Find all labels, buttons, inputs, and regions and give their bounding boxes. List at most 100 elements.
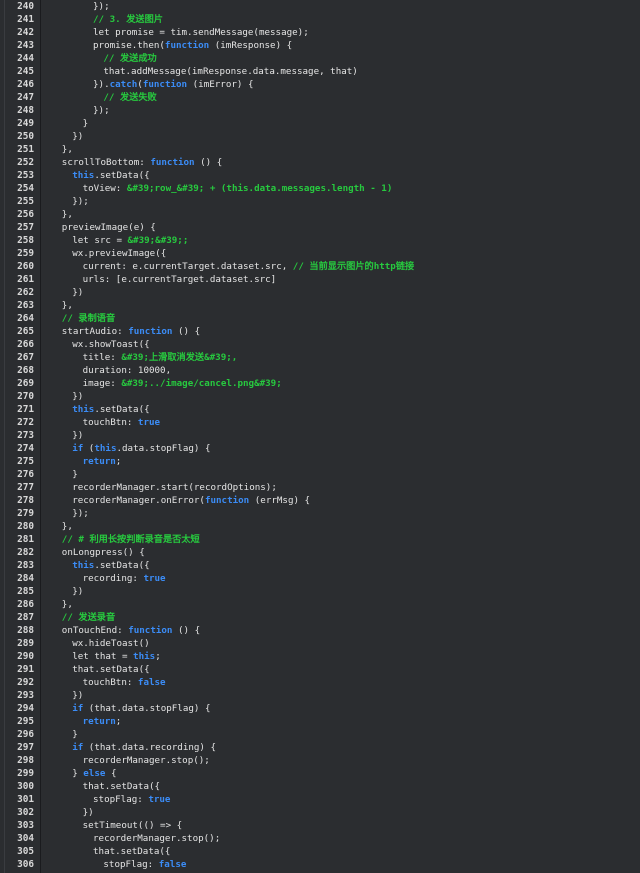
code-text: recorderManager.start(recordOptions);: [41, 481, 640, 494]
code-line[interactable]: 295 return;: [0, 715, 640, 728]
code-token: // 发送成功: [103, 53, 157, 64]
code-text: },: [41, 299, 640, 312]
code-line[interactable]: 265 startAudio: function () {: [0, 325, 640, 338]
code-token: if: [72, 703, 84, 714]
code-line[interactable]: 262}): [0, 286, 640, 299]
code-editor[interactable]: 240}); 241// 3. 发送图片 242 let promise = tim.…: [0, 0, 640, 873]
code-line[interactable]: 290 let that = this;: [0, 650, 640, 663]
code-token: &#39;row_&#39; + (this.data.messages.len…: [126, 183, 393, 194]
code-text: return;: [41, 455, 640, 468]
code-line[interactable]: 304 recorderManager.stop();: [0, 832, 640, 845]
code-line[interactable]: 255});: [0, 195, 640, 208]
code-line[interactable]: 273}): [0, 429, 640, 442]
code-line[interactable]: 291 that.setData({: [0, 663, 640, 676]
code-line[interactable]: 263},: [0, 299, 640, 312]
code-line[interactable]: 301 stopFlag: true: [0, 793, 640, 806]
code-line[interactable]: 259 wx.previewImage({: [0, 247, 640, 260]
code-line[interactable]: 288 onTouchEnd: function () {: [0, 624, 640, 637]
code-line[interactable]: 275 return;: [0, 455, 640, 468]
code-line[interactable]: 248});: [0, 104, 640, 117]
code-line[interactable]: 286},: [0, 598, 640, 611]
code-line[interactable]: 283 this.setData({: [0, 559, 640, 572]
code-line[interactable]: 258 let src = &#39;&#39;;: [0, 234, 640, 247]
code-text: }): [41, 689, 640, 702]
code-token: if: [72, 742, 84, 753]
code-text: }): [41, 585, 640, 598]
line-number: 300: [17, 781, 34, 792]
code-text: }): [41, 286, 640, 299]
code-line[interactable]: 246}).catch(function (imError) {: [0, 78, 640, 91]
code-line[interactable]: 257 previewImage(e) {: [0, 221, 640, 234]
code-line[interactable]: 243 promise.then(function (imResponse) {: [0, 39, 640, 52]
code-line[interactable]: 299} else {: [0, 767, 640, 780]
code-line[interactable]: 294 if (that.data.stopFlag) {: [0, 702, 640, 715]
code-line[interactable]: 250}): [0, 130, 640, 143]
code-line[interactable]: 260 current: e.currentTarget.dataset.src,…: [0, 260, 640, 273]
code-line[interactable]: 269 image: &#39;../image/cancel.png&#39;: [0, 377, 640, 390]
code-token: (that.data.recording) {: [83, 742, 217, 753]
line-number: 244: [17, 53, 34, 64]
code-line[interactable]: 251},: [0, 143, 640, 156]
code-token: stopFlag:: [103, 859, 159, 870]
code-line[interactable]: 296}: [0, 728, 640, 741]
line-number: 288: [17, 625, 34, 636]
line-number: 259: [17, 248, 34, 259]
code-token: that.addMessage(imResponse.data.message,…: [103, 66, 358, 77]
code-line[interactable]: 292 touchBtn: false: [0, 676, 640, 689]
code-line[interactable]: 280},: [0, 520, 640, 533]
line-number: 292: [17, 677, 34, 688]
code-line[interactable]: 244 // 发送成功: [0, 52, 640, 65]
code-line[interactable]: 297 if (that.data.recording) {: [0, 741, 640, 754]
code-line[interactable]: 287 // 发送录音: [0, 611, 640, 624]
code-text: image: &#39;../image/cancel.png&#39;: [41, 377, 640, 390]
code-line[interactable]: 293}): [0, 689, 640, 702]
code-line[interactable]: 303 setTimeout(() => {: [0, 819, 640, 832]
code-line[interactable]: 277 recorderManager.start(recordOptions);: [0, 481, 640, 494]
code-line[interactable]: 264 // 录制语音: [0, 312, 640, 325]
code-line[interactable]: 300 that.setData({: [0, 780, 640, 793]
code-line[interactable]: 245 that.addMessage(imResponse.data.messa…: [0, 65, 640, 78]
code-line[interactable]: 285}): [0, 585, 640, 598]
code-line[interactable]: 305 that.setData({: [0, 845, 640, 858]
code-line[interactable]: 278 recorderManager.onError(function (err…: [0, 494, 640, 507]
code-text: });: [41, 0, 640, 13]
code-line[interactable]: 306 stopFlag: false: [0, 858, 640, 871]
code-line[interactable]: 247 // 发送失败: [0, 91, 640, 104]
code-line[interactable]: 253 this.setData({: [0, 169, 640, 182]
line-number: 284: [17, 573, 34, 584]
code-line[interactable]: 281 // # 利用长按判断录音是否太短: [0, 533, 640, 546]
code-line[interactable]: 256},: [0, 208, 640, 221]
code-line[interactable]: 274 if (this.data.stopFlag) {: [0, 442, 640, 455]
code-text: stopFlag: true: [41, 793, 640, 806]
code-line[interactable]: 268 duration: 10000,: [0, 364, 640, 377]
code-line[interactable]: 261 urls: [e.currentTarget.dataset.src]: [0, 273, 640, 286]
code-line[interactable]: 241 // 3. 发送图片: [0, 13, 640, 26]
code-line[interactable]: 279});: [0, 507, 640, 520]
code-line[interactable]: 282 onLongpress() {: [0, 546, 640, 559]
code-line[interactable]: 271 this.setData({: [0, 403, 640, 416]
code-line[interactable]: 276}: [0, 468, 640, 481]
code-line[interactable]: 252 scrollToBottom: function () {: [0, 156, 640, 169]
line-number: 276: [17, 469, 34, 480]
code-line[interactable]: 289 wx.hideToast(): [0, 637, 640, 650]
code-token: ;: [155, 651, 161, 662]
code-line[interactable]: 240});: [0, 0, 640, 13]
line-number: 250: [17, 131, 34, 142]
line-number: 241: [17, 14, 34, 25]
code-line[interactable]: 249}: [0, 117, 640, 130]
code-line[interactable]: 242 let promise = tim.sendMessage(message…: [0, 26, 640, 39]
code-text: // 发送成功: [41, 52, 640, 65]
code-token: function: [150, 157, 195, 168]
code-line[interactable]: 254 toView: &#39;row_&#39; + (this.data.m…: [0, 182, 640, 195]
code-line[interactable]: 302}): [0, 806, 640, 819]
code-token: this: [72, 404, 95, 415]
code-line[interactable]: 266 wx.showToast({: [0, 338, 640, 351]
code-token: function: [164, 40, 210, 51]
code-line[interactable]: 270}): [0, 390, 640, 403]
code-line[interactable]: 298 recorderManager.stop();: [0, 754, 640, 767]
code-line[interactable]: 267 title: &#39;上滑取消发送&#39;,: [0, 351, 640, 364]
code-line[interactable]: 272 touchBtn: true: [0, 416, 640, 429]
line-number: 267: [17, 352, 34, 363]
code-line[interactable]: 284 recording: true: [0, 572, 640, 585]
code-text: this.setData({: [41, 559, 640, 572]
